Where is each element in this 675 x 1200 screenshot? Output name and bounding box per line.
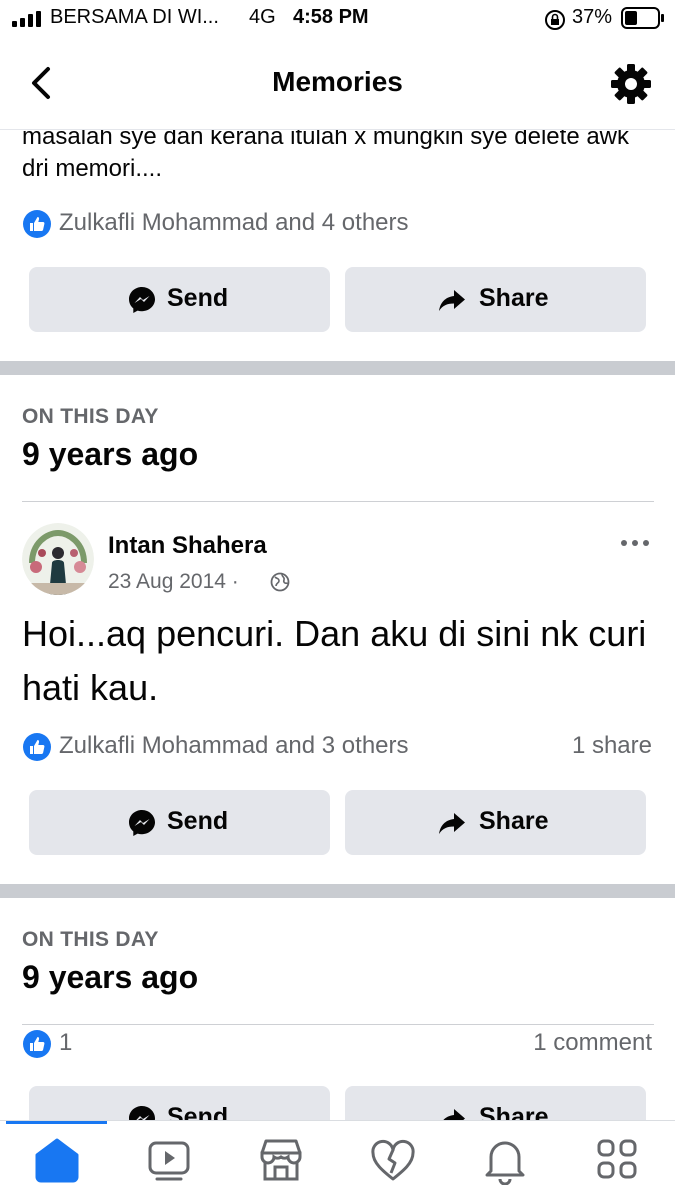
share-label: Share	[479, 284, 549, 312]
post-author[interactable]: Intan Shahera	[108, 532, 267, 560]
section-separator	[0, 361, 675, 375]
send-button[interactable]: Send	[29, 267, 330, 332]
reactions-count[interactable]: 1	[59, 1029, 72, 1057]
reactions-summary[interactable]: Zulkafli Mohammad and 3 others	[59, 732, 409, 760]
like-reaction-icon	[23, 733, 51, 761]
messenger-icon	[129, 810, 155, 836]
reactions-summary[interactable]: Zulkafli Mohammad and 4 others	[59, 209, 409, 237]
on-this-day-label: ON THIS DAY	[22, 405, 159, 428]
share-button[interactable]: Share	[345, 790, 646, 855]
send-label: Send	[167, 1103, 229, 1120]
reactions-row[interactable]: Zulkafli Mohammad and 4 others	[22, 209, 652, 239]
video-icon[interactable]	[139, 1135, 199, 1185]
globe-icon	[270, 572, 290, 592]
home-icon[interactable]	[27, 1135, 87, 1185]
menu-grid-icon[interactable]	[587, 1135, 647, 1185]
section-separator	[0, 884, 675, 898]
reactions-row[interactable]: 1 1 comment	[22, 1029, 652, 1059]
reactions-row[interactable]: Zulkafli Mohammad and 3 others 1 share	[22, 732, 652, 762]
bottom-tab-bar	[0, 1120, 675, 1200]
comment-count[interactable]: 1 comment	[533, 1029, 652, 1057]
more-options-icon[interactable]	[620, 538, 650, 548]
share-label: Share	[479, 1103, 549, 1120]
divider	[22, 501, 654, 502]
send-label: Send	[167, 807, 229, 835]
like-reaction-icon	[23, 210, 51, 238]
on-this-day-label: ON THIS DAY	[22, 928, 159, 951]
notifications-bell-icon[interactable]	[475, 1135, 535, 1185]
like-reaction-icon	[23, 1030, 51, 1058]
dating-heart-icon[interactable]	[363, 1135, 423, 1185]
avatar[interactable]	[22, 523, 94, 595]
marketplace-icon[interactable]	[251, 1135, 311, 1185]
share-button[interactable]: Share	[345, 1086, 646, 1120]
page-title: Memories	[272, 66, 403, 97]
share-arrow-icon	[439, 290, 465, 311]
years-ago-heading: 9 years ago	[22, 959, 199, 995]
divider	[22, 1024, 654, 1025]
active-tab-indicator	[6, 1121, 107, 1124]
profile-photo	[22, 523, 94, 595]
gear-icon[interactable]	[609, 62, 653, 106]
post-date[interactable]: 23 Aug 2014 ·	[108, 570, 239, 594]
messenger-icon	[129, 1106, 155, 1120]
top-nav-bar: Memories	[0, 38, 675, 130]
share-arrow-icon	[443, 1109, 465, 1120]
share-arrow-icon	[439, 813, 465, 834]
memories-feed[interactable]: masalah sye dan kerana itulah x mungkin …	[0, 0, 675, 1120]
post-text: Hoi...aq pencuri. Dan aku di sini nk cur…	[22, 613, 647, 708]
messenger-icon	[129, 287, 155, 313]
share-button[interactable]: Share	[345, 267, 646, 332]
send-button[interactable]: Send	[29, 1086, 330, 1120]
send-button[interactable]: Send	[29, 790, 330, 855]
post-text: masalah sye dan kerana itulah x mungkin …	[22, 123, 630, 182]
years-ago-heading: 9 years ago	[22, 436, 199, 472]
send-label: Send	[167, 284, 229, 312]
share-label: Share	[479, 807, 549, 835]
share-count[interactable]: 1 share	[572, 732, 652, 760]
